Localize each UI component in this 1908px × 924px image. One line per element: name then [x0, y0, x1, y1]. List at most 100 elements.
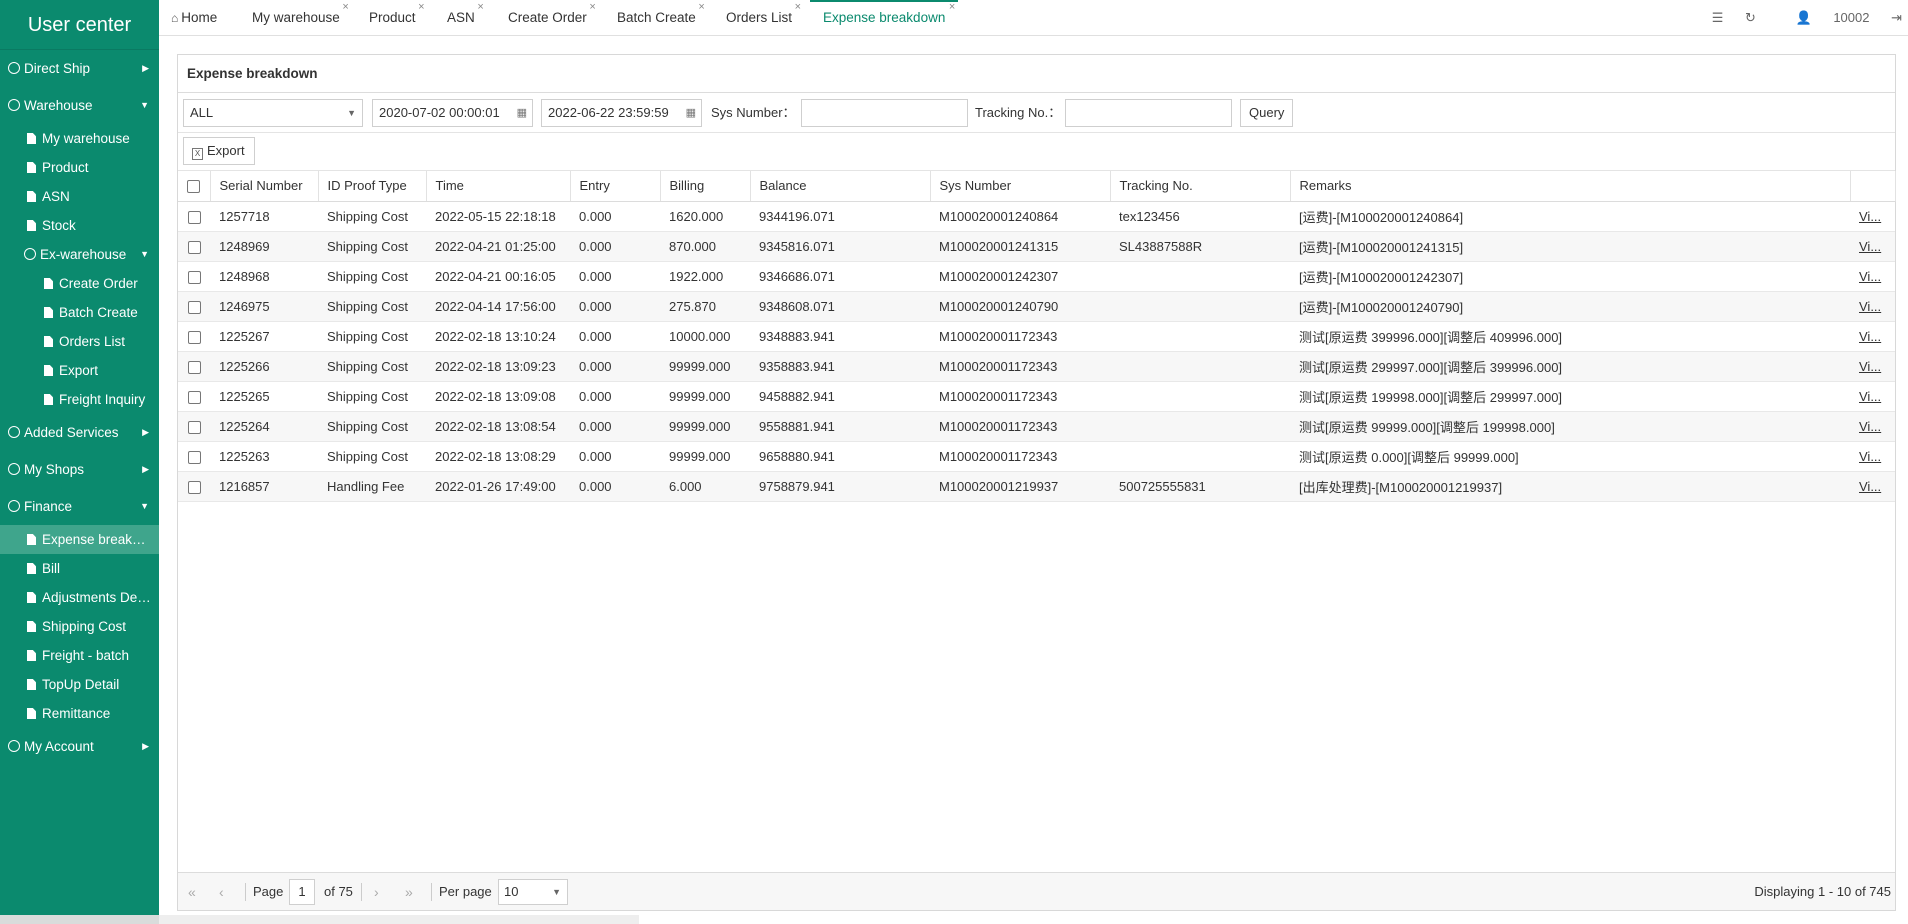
- last-page-icon[interactable]: »: [405, 873, 413, 911]
- sidebar-item-export[interactable]: Export: [0, 356, 159, 385]
- sidebar-item-adjustments[interactable]: Adjustments De…: [0, 583, 159, 612]
- tab-create-order[interactable]: Create Order ×: [508, 0, 596, 35]
- table-row[interactable]: 1225263 Shipping Cost 2022-02-18 13:08:29 0…: [178, 441, 1895, 472]
- row-checkbox[interactable]: [187, 300, 201, 314]
- col-billing[interactable]: Billing: [660, 171, 751, 202]
- view-link[interactable]: Vi...: [1859, 449, 1881, 464]
- view-link[interactable]: Vi...: [1859, 419, 1881, 434]
- row-checkbox[interactable]: [187, 270, 201, 284]
- sidebar-item-expense-breakdown[interactable]: Expense break…: [0, 525, 159, 554]
- view-link[interactable]: Vi...: [1859, 269, 1881, 284]
- tab-orders-list[interactable]: Orders List ×: [726, 0, 801, 35]
- close-icon[interactable]: ×: [698, 0, 704, 25]
- close-icon[interactable]: ×: [477, 0, 483, 25]
- close-icon[interactable]: ×: [949, 0, 955, 23]
- view-link[interactable]: Vi...: [1859, 479, 1881, 494]
- next-page-icon[interactable]: ›: [374, 873, 379, 911]
- nav-group-my-account[interactable]: My Account ▶: [0, 728, 159, 765]
- refresh-icon[interactable]: ↻: [1745, 0, 1756, 36]
- end-date-input[interactable]: 2022-06-22 23:59:59 ▦: [541, 99, 702, 127]
- type-select[interactable]: ALL ▼: [183, 99, 363, 127]
- sidebar-item-orders-list[interactable]: Orders List: [0, 327, 159, 356]
- first-page-icon[interactable]: «: [188, 873, 196, 911]
- table-row[interactable]: 1248968 Shipping Cost 2022-04-21 00:16:05 0…: [178, 261, 1895, 292]
- nav-sub-ex-warehouse[interactable]: Ex-warehouse ▼: [0, 240, 159, 269]
- sidebar-item-shipping-cost[interactable]: Shipping Cost: [0, 612, 159, 641]
- tab-home[interactable]: ⌂ Home: [171, 0, 217, 35]
- col-balance[interactable]: Balance: [750, 171, 931, 202]
- close-icon[interactable]: ×: [795, 0, 801, 25]
- row-checkbox[interactable]: [187, 480, 201, 494]
- page-input[interactable]: 1: [289, 879, 315, 905]
- view-link[interactable]: Vi...: [1859, 389, 1881, 404]
- tab-my-warehouse[interactable]: My warehouse ×: [252, 0, 349, 35]
- page-count: of 75: [324, 884, 353, 899]
- sidebar-item-bill[interactable]: Bill: [0, 554, 159, 583]
- calendar-icon[interactable]: ▦: [517, 100, 527, 126]
- col-entry[interactable]: Entry: [570, 171, 661, 202]
- sidebar-item-create-order[interactable]: Create Order: [0, 269, 159, 298]
- tab-expense-breakdown[interactable]: Expense breakdown ×: [810, 0, 959, 35]
- sidebar-item-stock[interactable]: Stock: [0, 211, 159, 240]
- table-row[interactable]: 1225265 Shipping Cost 2022-02-18 13:09:08 0…: [178, 381, 1895, 412]
- col-serial-number[interactable]: Serial Number: [210, 171, 319, 202]
- row-checkbox[interactable]: [187, 420, 201, 434]
- tab-asn[interactable]: ASN ×: [447, 0, 484, 35]
- col-tracking-no[interactable]: Tracking No.: [1110, 171, 1291, 202]
- sidebar-item-topup-detail[interactable]: TopUp Detail: [0, 670, 159, 699]
- calendar-icon[interactable]: ▦: [686, 100, 696, 126]
- table-row[interactable]: 1225267 Shipping Cost 2022-02-18 13:10:24 0…: [178, 321, 1895, 352]
- sidebar-item-batch-create[interactable]: Batch Create: [0, 298, 159, 327]
- view-link[interactable]: Vi...: [1859, 329, 1881, 344]
- table-row[interactable]: 1257718 Shipping Cost 2022-05-15 22:18:18 0…: [178, 201, 1895, 232]
- nav-group-warehouse[interactable]: Warehouse ▼: [0, 87, 159, 124]
- prev-page-icon[interactable]: ‹: [219, 873, 224, 911]
- serial-cell: 1248969: [210, 231, 318, 262]
- row-checkbox[interactable]: [187, 330, 201, 344]
- col-time[interactable]: Time: [426, 171, 571, 202]
- row-checkbox[interactable]: [187, 450, 201, 464]
- close-icon[interactable]: ×: [342, 0, 348, 25]
- start-date-input[interactable]: 2020-07-02 00:00:01 ▦: [372, 99, 533, 127]
- nav-group-finance[interactable]: Finance ▼: [0, 488, 159, 525]
- row-checkbox[interactable]: [187, 360, 201, 374]
- export-button[interactable]: X Export: [183, 137, 255, 165]
- tab-product[interactable]: Product ×: [369, 0, 425, 35]
- sidebar-item-freight-inquiry[interactable]: Freight Inquiry: [0, 385, 159, 414]
- view-link[interactable]: Vi...: [1859, 299, 1881, 314]
- table-row[interactable]: 1246975 Shipping Cost 2022-04-14 17:56:00 0…: [178, 291, 1895, 322]
- sidebar-item-my-warehouse[interactable]: My warehouse: [0, 124, 159, 153]
- view-link[interactable]: Vi...: [1859, 359, 1881, 374]
- table-row[interactable]: 1216857 Handling Fee 2022-01-26 17:49:00 0.…: [178, 471, 1895, 502]
- view-link[interactable]: Vi...: [1859, 209, 1881, 224]
- table-row[interactable]: 1248969 Shipping Cost 2022-04-21 01:25:00 0…: [178, 231, 1895, 262]
- tracking-input[interactable]: [1065, 99, 1232, 127]
- row-checkbox[interactable]: [187, 210, 201, 224]
- sidebar-item-product[interactable]: Product: [0, 153, 159, 182]
- table-row[interactable]: 1225264 Shipping Cost 2022-02-18 13:08:54 0…: [178, 411, 1895, 442]
- per-page-select[interactable]: 10 ▼: [498, 879, 568, 905]
- select-all-checkbox[interactable]: [187, 180, 201, 194]
- nav-group-direct-ship[interactable]: Direct Ship ▶: [0, 50, 159, 87]
- nav-group-my-shops[interactable]: My Shops ▶: [0, 451, 159, 488]
- user-menu[interactable]: 👤 10002: [1778, 0, 1870, 36]
- close-icon[interactable]: ×: [589, 0, 595, 25]
- row-checkbox[interactable]: [187, 390, 201, 404]
- tab-batch-create[interactable]: Batch Create ×: [617, 0, 705, 35]
- query-button[interactable]: Query: [1240, 99, 1294, 127]
- sidebar-item-asn[interactable]: ASN: [0, 182, 159, 211]
- entry-cell: 0.000: [570, 231, 660, 262]
- sys-number-input[interactable]: [801, 99, 968, 127]
- row-checkbox[interactable]: [187, 240, 201, 254]
- col-id-proof-type[interactable]: ID Proof Type: [318, 171, 427, 202]
- menu-indent-icon[interactable]: ☰: [1712, 0, 1724, 36]
- col-sys-number[interactable]: Sys Number: [930, 171, 1111, 202]
- sidebar-item-freight-batch[interactable]: Freight - batch: [0, 641, 159, 670]
- table-row[interactable]: 1225266 Shipping Cost 2022-02-18 13:09:23 0…: [178, 351, 1895, 382]
- view-link[interactable]: Vi...: [1859, 239, 1881, 254]
- close-icon[interactable]: ×: [418, 0, 424, 25]
- logout-icon[interactable]: ⇥: [1891, 0, 1902, 36]
- sidebar-item-remittance[interactable]: Remittance: [0, 699, 159, 728]
- col-remarks[interactable]: Remarks: [1290, 171, 1851, 202]
- nav-group-added-services[interactable]: Added Services ▶: [0, 414, 159, 451]
